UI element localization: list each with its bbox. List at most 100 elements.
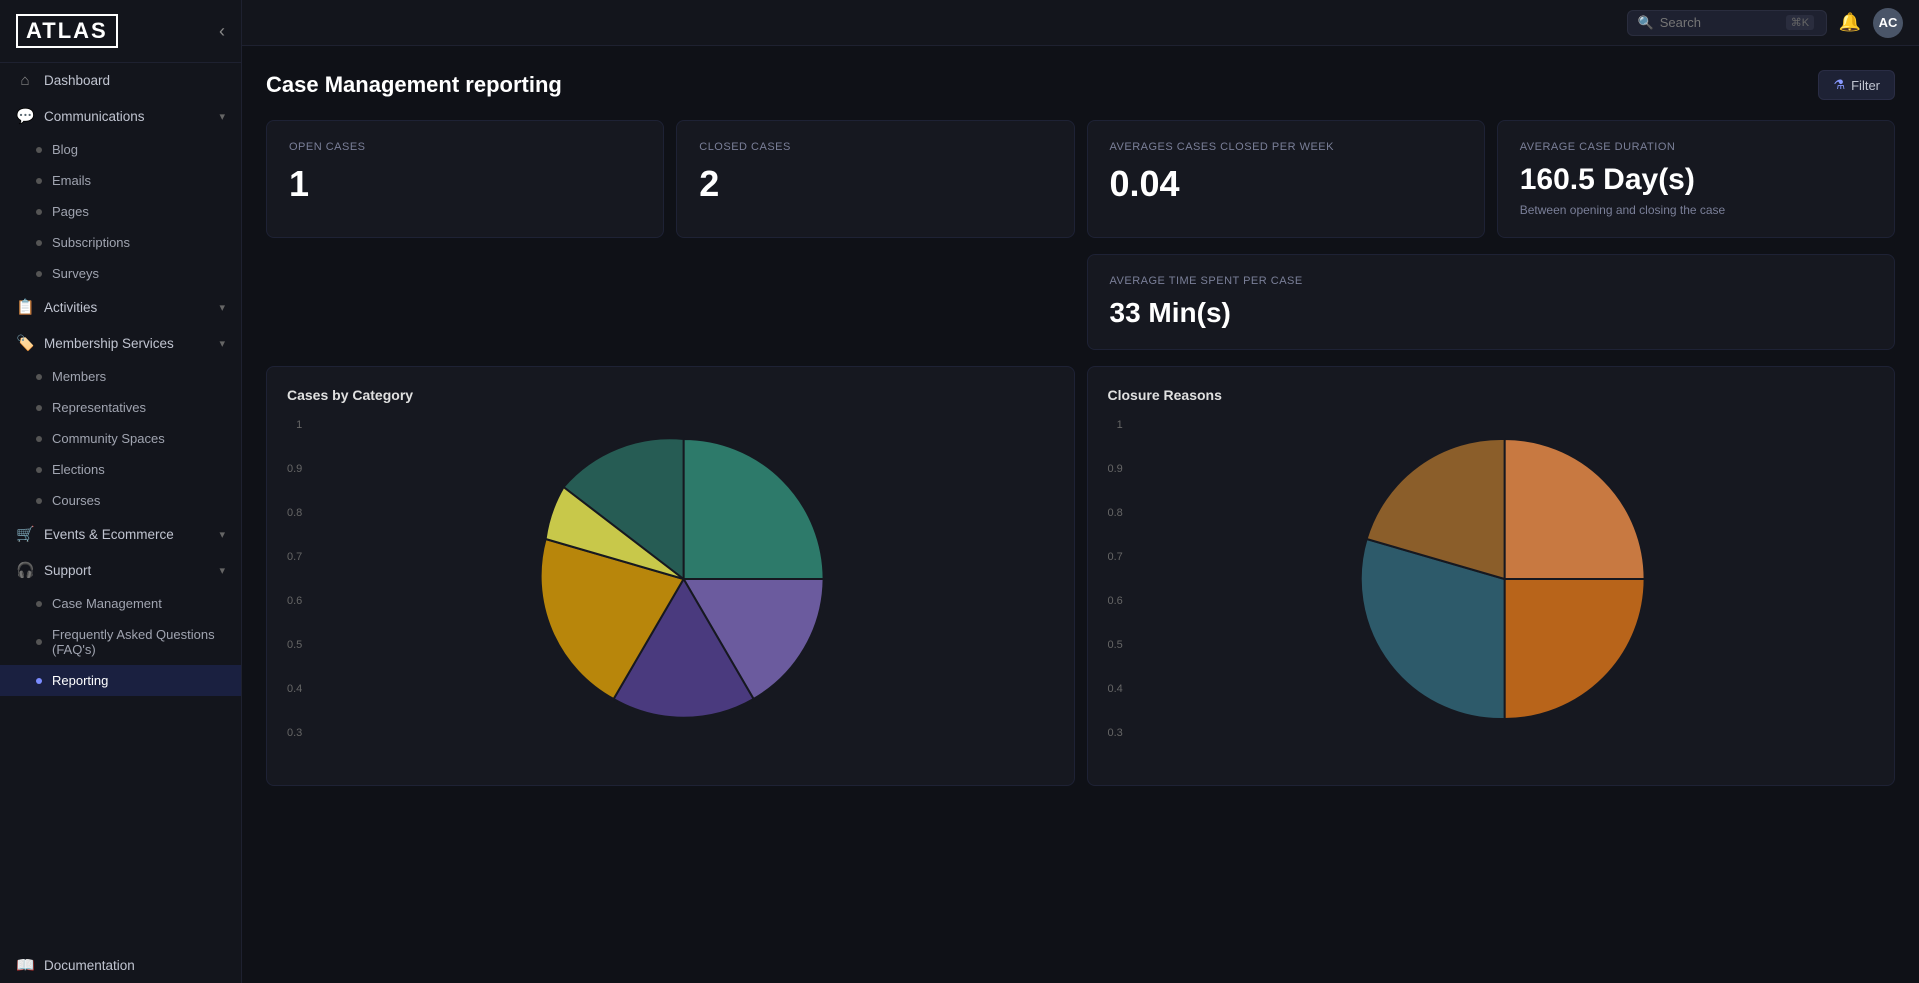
sidebar-dashboard-label: Dashboard xyxy=(44,73,225,88)
chart-cases-title: Cases by Category xyxy=(287,387,1054,403)
chevron-down-icon: ▾ xyxy=(219,528,225,541)
search-input[interactable] xyxy=(1660,15,1780,30)
sidebar-item-reporting[interactable]: Reporting xyxy=(0,665,241,696)
events-icon: 🛒 xyxy=(16,525,34,543)
sidebar-item-faq[interactable]: Frequently Asked Questions (FAQ's) xyxy=(0,619,241,665)
sidebar-faq-label: Frequently Asked Questions (FAQ's) xyxy=(52,627,225,657)
activities-icon: 📋 xyxy=(16,298,34,316)
sidebar-item-events-ecommerce[interactable]: 🛒 Events & Ecommerce ▾ xyxy=(0,516,241,552)
sidebar-item-community-spaces[interactable]: Community Spaces xyxy=(0,423,241,454)
sidebar: ATLAS ‹ ⌂ Dashboard 💬 Communications ▾ B… xyxy=(0,0,242,983)
notifications-icon[interactable]: 🔔 xyxy=(1839,12,1861,33)
sidebar-collapse-btn[interactable]: ‹ xyxy=(219,21,225,42)
dot-icon xyxy=(36,467,42,473)
chart-area-right xyxy=(1135,419,1874,759)
page-header: Case Management reporting ⚗ Filter xyxy=(266,70,1895,100)
chart-closure-reasons: Closure Reasons 1 0.9 0.8 0.7 0.6 0.5 0.… xyxy=(1087,366,1896,786)
topbar: 🔍 ⌘K 🔔 AC xyxy=(242,0,1919,46)
sidebar-item-support[interactable]: 🎧 Support ▾ xyxy=(0,552,241,588)
pie-chart-right xyxy=(1135,419,1874,739)
main-content: 🔍 ⌘K 🔔 AC Case Management reporting ⚗ Fi… xyxy=(242,0,1919,983)
sidebar-pages-label: Pages xyxy=(52,204,89,219)
chart-cases-by-category: Cases by Category 1 0.9 0.8 0.7 0.6 0.5 … xyxy=(266,366,1075,786)
avg-time-label: Average time spent per case xyxy=(1110,275,1873,287)
stats-grid: Open Cases 1 Closed Cases 2 Averages cas… xyxy=(266,120,1895,238)
communications-icon: 💬 xyxy=(16,107,34,125)
stat-card-closed-cases: Closed Cases 2 xyxy=(676,120,1074,238)
sidebar-events-label: Events & Ecommerce xyxy=(44,527,209,542)
sidebar-item-documentation[interactable]: 📖 Documentation xyxy=(0,947,241,983)
sidebar-item-courses[interactable]: Courses xyxy=(0,485,241,516)
avg-duration-label: Average Case duration xyxy=(1520,141,1872,153)
sidebar-members-label: Members xyxy=(52,369,106,384)
filter-button[interactable]: ⚗ Filter xyxy=(1818,70,1895,100)
dot-icon xyxy=(36,147,42,153)
avatar[interactable]: AC xyxy=(1873,8,1903,38)
dot-icon xyxy=(36,240,42,246)
stat-card-avg-time: Average time spent per case 33 Min(s) xyxy=(1087,254,1896,350)
page-content-area: Case Management reporting ⚗ Filter Open … xyxy=(242,46,1919,983)
sidebar-item-representatives[interactable]: Representatives xyxy=(0,392,241,423)
sidebar-item-case-management[interactable]: Case Management xyxy=(0,588,241,619)
chevron-right-icon: ▾ xyxy=(219,301,225,314)
sidebar-elections-label: Elections xyxy=(52,462,105,477)
dot-icon xyxy=(36,601,42,607)
sidebar-item-pages[interactable]: Pages xyxy=(0,196,241,227)
sidebar-item-blog[interactable]: Blog xyxy=(0,134,241,165)
documentation-icon: 📖 xyxy=(16,956,34,974)
sidebar-item-dashboard[interactable]: ⌂ Dashboard xyxy=(0,63,241,98)
sidebar-item-emails[interactable]: Emails xyxy=(0,165,241,196)
sidebar-communications-label: Communications xyxy=(44,109,209,124)
avg-closed-label: Averages cases closed per week xyxy=(1110,141,1462,153)
chart-y-axis-right: 1 0.9 0.8 0.7 0.6 0.5 0.4 0.3 xyxy=(1108,419,1127,739)
avg-closed-value: 0.04 xyxy=(1110,163,1462,205)
sidebar-item-members[interactable]: Members xyxy=(0,361,241,392)
filter-icon: ⚗ xyxy=(1833,77,1845,93)
search-box[interactable]: 🔍 ⌘K xyxy=(1627,10,1827,36)
sidebar-item-subscriptions[interactable]: Subscriptions xyxy=(0,227,241,258)
sidebar-activities-label: Activities xyxy=(44,300,209,315)
search-shortcut: ⌘K xyxy=(1786,15,1814,30)
dot-icon xyxy=(36,209,42,215)
page-title: Case Management reporting xyxy=(266,72,562,98)
dot-icon xyxy=(36,374,42,380)
sidebar-subscriptions-label: Subscriptions xyxy=(52,235,130,250)
stat-card-open-cases: Open Cases 1 xyxy=(266,120,664,238)
dot-icon xyxy=(36,178,42,184)
sidebar-item-surveys[interactable]: Surveys xyxy=(0,258,241,289)
chevron-down-icon: ▾ xyxy=(219,337,225,350)
chart-closure-title: Closure Reasons xyxy=(1108,387,1875,403)
sidebar-support-label: Support xyxy=(44,563,209,578)
open-cases-value: 1 xyxy=(289,163,641,205)
sidebar-reporting-label: Reporting xyxy=(52,673,108,688)
chevron-down-icon: ▾ xyxy=(219,564,225,577)
closed-cases-label: Closed Cases xyxy=(699,141,1051,153)
sidebar-emails-label: Emails xyxy=(52,173,91,188)
filter-button-label: Filter xyxy=(1851,78,1880,93)
avg-duration-value: 160.5 Day(s) xyxy=(1520,163,1872,197)
sidebar-case-management-label: Case Management xyxy=(52,596,162,611)
dot-icon xyxy=(36,271,42,277)
sidebar-item-communications[interactable]: 💬 Communications ▾ xyxy=(0,98,241,134)
dot-icon xyxy=(36,498,42,504)
dashboard-icon: ⌂ xyxy=(16,72,34,89)
pie-chart-left xyxy=(314,419,1053,739)
chart-area-left xyxy=(314,419,1053,759)
sidebar-item-elections[interactable]: Elections xyxy=(0,454,241,485)
support-icon: 🎧 xyxy=(16,561,34,579)
dot-icon xyxy=(36,436,42,442)
dot-icon xyxy=(36,639,42,645)
chevron-down-icon: ▾ xyxy=(219,110,225,123)
sidebar-item-membership-services[interactable]: 🏷️ Membership Services ▾ xyxy=(0,325,241,361)
chart-y-axis-left: 1 0.9 0.8 0.7 0.6 0.5 0.4 0.3 xyxy=(287,419,306,739)
sidebar-representatives-label: Representatives xyxy=(52,400,146,415)
dot-icon xyxy=(36,405,42,411)
search-icon: 🔍 xyxy=(1638,15,1654,31)
open-cases-label: Open Cases xyxy=(289,141,641,153)
closed-cases-value: 2 xyxy=(699,163,1051,205)
sidebar-membership-label: Membership Services xyxy=(44,336,209,351)
sidebar-item-activities[interactable]: 📋 Activities ▾ xyxy=(0,289,241,325)
sidebar-logo-area: ATLAS ‹ xyxy=(0,0,241,63)
membership-icon: 🏷️ xyxy=(16,334,34,352)
stat-card-avg-duration: Average Case duration 160.5 Day(s) Betwe… xyxy=(1497,120,1895,238)
